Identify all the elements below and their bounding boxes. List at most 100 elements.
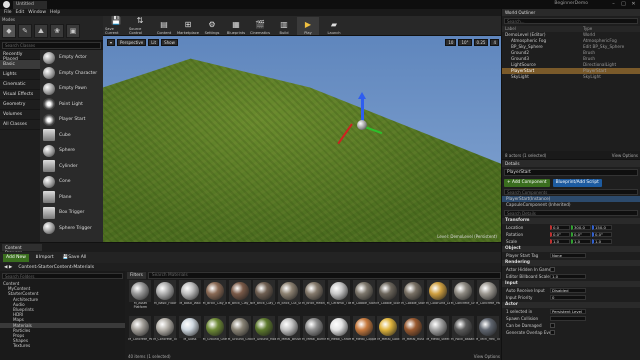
category-cinematic[interactable]: Cinematic [0,80,40,90]
category-all-classes[interactable]: All Classes [0,120,40,130]
details-title[interactable]: Details [502,160,640,167]
place-item-plane[interactable]: Plane [40,190,103,206]
outliner-search-input[interactable]: Search... [504,18,638,24]
breadcrumb-materials[interactable]: Materials [73,265,94,270]
place-mode-icon[interactable]: ◆ [2,24,16,38]
spawn-collision-select[interactable] [550,316,586,321]
grid-snap-value[interactable]: 10 [445,38,457,46]
asset-search-input[interactable]: Search Materials [147,271,501,279]
material-asset-tile[interactable]: M_Ground_Moss [252,316,277,350]
details-search-input[interactable]: Search Details [504,210,638,216]
material-asset-tile[interactable]: M_Concrete_Tiles [153,316,178,350]
source-control-button[interactable]: ⇅ Source Control [129,16,151,35]
place-item-empty-character[interactable]: Empty Character [40,66,103,82]
material-asset-tile[interactable]: M_Metal_Chrome [326,316,351,350]
maximize-icon[interactable]: □ [619,1,628,8]
material-asset-tile[interactable]: M_Ceramic_Tile_Checker [326,280,351,314]
category-recently-placed[interactable]: Recently Placed [0,50,40,62]
category-visual-effects[interactable]: Visual Effects [0,90,40,100]
rotation-z[interactable]: 0.0° [592,232,612,237]
material-asset-tile[interactable]: M_Concrete_Grime [450,280,475,314]
content-view-options[interactable]: View Options [474,354,500,359]
category-geometry[interactable]: Geometry [0,100,40,110]
place-item-sphere[interactable]: Sphere [40,143,103,159]
material-asset-tile[interactable]: M_Ground_Grass [202,316,227,350]
save-current-button[interactable]: 💾 Save Current [105,16,127,35]
scale-snap-value[interactable]: 0.25 [473,38,489,46]
menu-file[interactable]: File [4,10,12,15]
rotation-x[interactable]: 0.0° [550,232,570,237]
material-asset-tile[interactable]: M_Metal_Brushed_Nickel [277,316,302,350]
material-asset-tile[interactable]: M_Brick_Hewn_Stone [302,280,327,314]
material-asset-tile[interactable]: M_Brick_Clay_Beveled [202,280,227,314]
place-item-cube[interactable]: Cube [40,128,103,144]
import-button[interactable]: ⬇ Import [32,254,57,262]
perspective-button[interactable]: Perspective [117,38,147,46]
launch-button[interactable]: ▰ Launch [323,17,345,35]
material-asset-tile[interactable]: M_ColorGrid_LowSpec [426,280,451,314]
foliage-mode-icon[interactable]: ❀ [50,24,64,38]
category-volumes[interactable]: Volumes [0,110,40,120]
add-new-button[interactable]: Add New [3,253,29,262]
rotation-y[interactable]: 0.0° [571,232,591,237]
material-asset-tile[interactable]: M_Metal_Rust [401,316,426,350]
settings-button[interactable]: ⚙ Settings [201,17,223,35]
material-asset-tile[interactable]: M_Brick_Clay_Old [252,280,277,314]
build-button[interactable]: ▥ Build [273,17,295,35]
material-asset-tile[interactable]: M_Brick_Cut_Stone [277,280,302,314]
material-asset-tile[interactable]: M_Concrete_Poured [128,316,153,350]
material-asset-tile[interactable]: M_Tech_Hex_Tile [475,316,500,350]
material-asset-tile[interactable]: M_Glass [178,316,203,350]
component-search-input[interactable]: Search Components [504,189,638,195]
add-component-button[interactable]: + Add Component [504,179,550,187]
world-outliner-title[interactable]: World Outliner [502,9,640,16]
lit-button[interactable]: Lit [148,38,160,46]
material-asset-tile[interactable]: M_Metal_Gold [376,316,401,350]
material-asset-tile[interactable]: M_Basic_Wall [178,280,203,314]
back-icon[interactable]: ◀ ▶ [4,265,12,270]
content-browser-tab[interactable]: Content Browser [2,244,42,255]
location-y[interactable]: 300.0 [571,225,591,230]
hidden-in-game-checkbox[interactable] [550,267,555,272]
marketplace-button[interactable]: ⊞ Marketplace [177,17,199,35]
geometry-mode-icon[interactable]: ▣ [66,24,80,38]
material-asset-tile[interactable]: M_Cobble_Stone_Smooth [401,280,426,314]
overlap-events-checkbox[interactable] [550,330,555,335]
blueprint-add-script-button[interactable]: Blueprint/Add Script [552,179,602,187]
breadcrumb-content[interactable]: Content [18,265,36,270]
component-row-capsule[interactable]: CapsuleComponent (Inherited) [502,202,640,208]
place-item-box-trigger[interactable]: Box Trigger [40,205,103,221]
actor-name-field[interactable]: PlayerStart [504,169,638,176]
folder-textures[interactable]: Textures [0,343,125,348]
player-start-tag-field[interactable]: None [550,253,586,258]
material-asset-tile[interactable]: M_Metal_Steel [426,316,451,350]
outliner-view-options[interactable]: View Options [612,153,638,158]
level-tab[interactable]: Untitled [13,1,47,9]
place-item-sphere-trigger[interactable]: Sphere Trigger [40,221,103,237]
show-button[interactable]: Show [161,38,178,46]
paint-mode-icon[interactable]: ✎ [18,24,32,38]
material-asset-tile[interactable]: M_Brick_Clay_New [227,280,252,314]
place-item-player-start[interactable]: Player Start [40,112,103,128]
material-asset-tile[interactable]: M_Metal_Copper [351,316,376,350]
scale-x[interactable]: 1.0 [550,239,570,244]
close-icon[interactable]: ✕ [629,1,638,8]
place-item-empty-actor[interactable]: Empty Actor [40,50,103,66]
menu-edit[interactable]: Edit [16,10,25,15]
scale-y[interactable]: 1.0 [571,239,591,244]
place-item-empty-pawn[interactable]: Empty Pawn [40,81,103,97]
camera-speed-value[interactable]: 4 [490,38,499,46]
outliner-row[interactable]: SkyLight SkyLight [502,74,640,80]
location-x[interactable]: 0.0 [550,225,570,230]
breadcrumb-starter-content[interactable]: StarterContent [38,265,72,270]
material-asset-tile[interactable]: M_Basic_Floor [153,280,178,314]
place-item-cone[interactable]: Cone [40,174,103,190]
material-asset-tile[interactable]: M_Cobble_Stone_Rough [376,280,401,314]
auto-receive-select[interactable]: Disabled [550,288,586,293]
scale-z[interactable]: 1.0 [592,239,612,244]
material-asset-tile[interactable]: M_Metal_Burnished_Steel [302,316,327,350]
filters-button[interactable]: Filters [127,271,146,279]
billboard-scale-field[interactable]: 1.0 [550,274,586,279]
menu-help[interactable]: Help [50,10,60,15]
can-be-damaged-checkbox[interactable] [550,323,555,328]
